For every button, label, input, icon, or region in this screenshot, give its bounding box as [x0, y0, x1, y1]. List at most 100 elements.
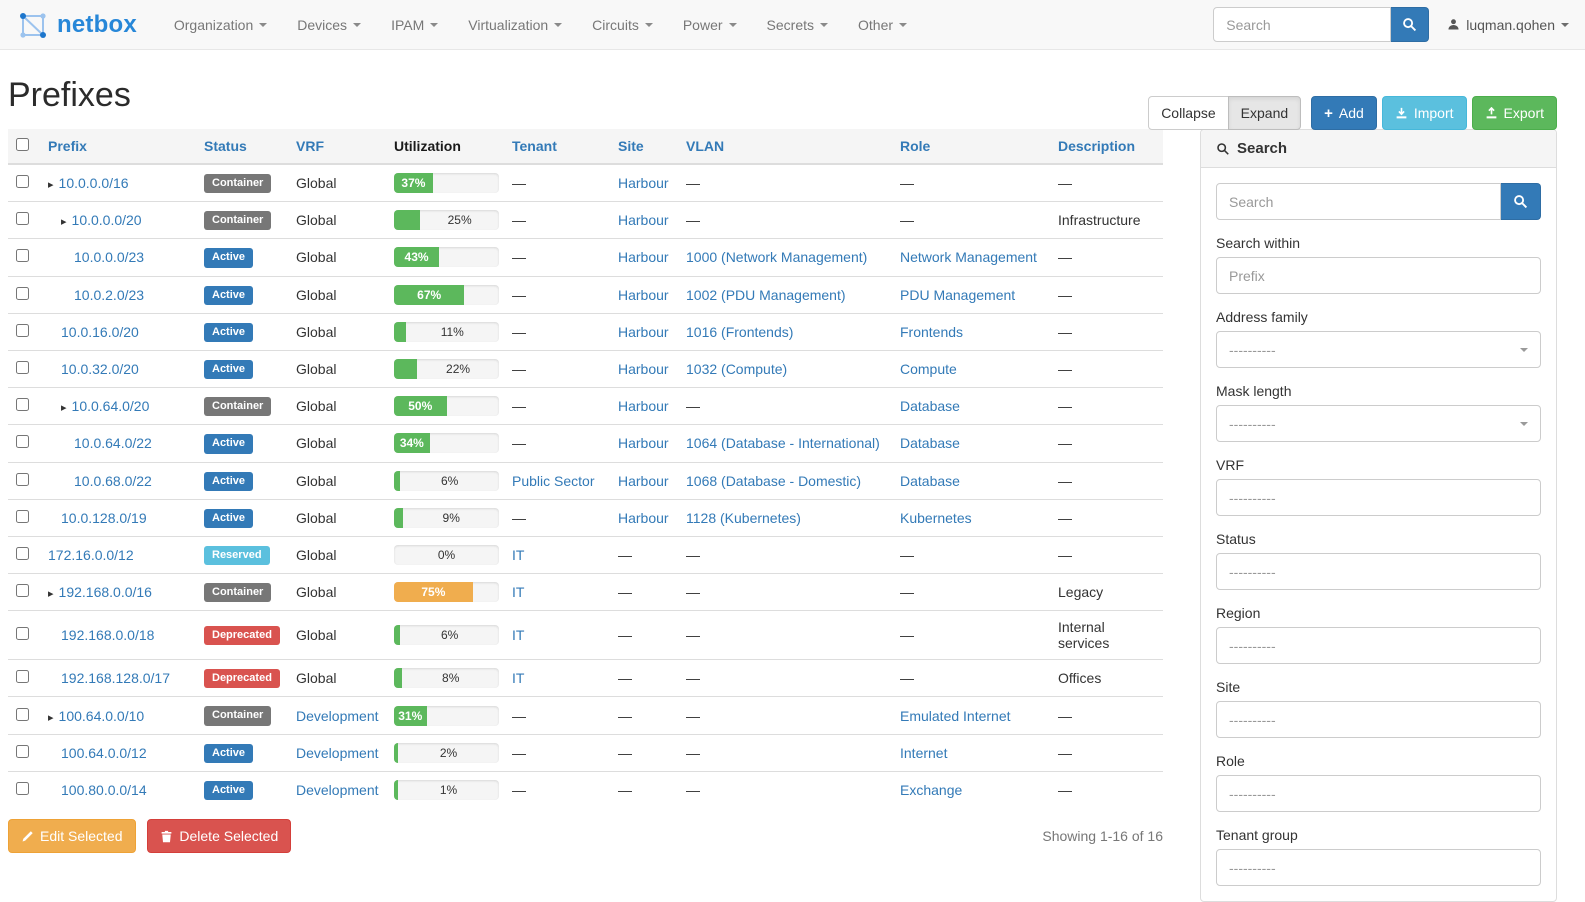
triangle-right-icon[interactable]: ▸	[48, 588, 54, 600]
role-link[interactable]: Database	[900, 473, 960, 489]
select-all-checkbox[interactable]	[16, 138, 29, 151]
role-link[interactable]: Internet	[900, 745, 947, 761]
column-header-site[interactable]: Site	[610, 129, 678, 164]
prefix-link[interactable]: 10.0.32.0/20	[61, 361, 139, 377]
add-button[interactable]: + Add	[1311, 96, 1377, 130]
collapse-button[interactable]: Collapse	[1148, 96, 1228, 130]
vrf-link[interactable]: Development	[296, 745, 379, 761]
tenant-link[interactable]: IT	[512, 670, 524, 686]
netbox-brand[interactable]: netbox	[16, 10, 137, 40]
role-link[interactable]: Exchange	[900, 782, 962, 798]
row-checkbox[interactable]	[16, 249, 29, 262]
prefix-link[interactable]: 10.0.64.0/20	[72, 398, 150, 414]
prefix-link[interactable]: 10.0.0.0/23	[74, 249, 144, 265]
nav-menu-other[interactable]: Other	[843, 0, 922, 50]
edit-selected-button[interactable]: Edit Selected	[8, 819, 136, 853]
site-link[interactable]: Harbour	[618, 435, 669, 451]
vlan-link[interactable]: 1032 (Compute)	[686, 361, 787, 377]
site-link[interactable]: Harbour	[618, 510, 669, 526]
prefix-link[interactable]: 10.0.0.0/16	[59, 175, 129, 191]
sidebar-search-input[interactable]	[1216, 183, 1501, 220]
nav-menu-ipam[interactable]: IPAM	[376, 0, 453, 50]
vlan-link[interactable]: 1128 (Kubernetes)	[686, 510, 801, 526]
export-button[interactable]: Export	[1472, 96, 1557, 130]
column-header-vlan[interactable]: VLAN	[678, 129, 892, 164]
column-header-prefix[interactable]: Prefix	[40, 129, 196, 164]
row-checkbox[interactable]	[16, 627, 29, 640]
import-button[interactable]: Import	[1382, 96, 1467, 130]
nav-menu-virtualization[interactable]: Virtualization	[453, 0, 577, 50]
filter-field-region[interactable]: ----------	[1216, 627, 1541, 664]
vrf-link[interactable]: Development	[296, 782, 379, 798]
row-checkbox[interactable]	[16, 175, 29, 188]
prefix-link[interactable]: 192.168.128.0/17	[61, 670, 170, 686]
row-checkbox[interactable]	[16, 361, 29, 374]
tenant-link[interactable]: Public Sector	[512, 473, 594, 489]
search-button[interactable]	[1391, 7, 1429, 42]
vlan-link[interactable]: 1002 (PDU Management)	[686, 287, 846, 303]
row-checkbox[interactable]	[16, 435, 29, 448]
prefix-link[interactable]: 10.0.128.0/19	[61, 510, 147, 526]
prefix-link[interactable]: 100.64.0.0/12	[61, 745, 147, 761]
prefix-link[interactable]: 10.0.0.0/20	[72, 212, 142, 228]
vlan-link[interactable]: 1016 (Frontends)	[686, 324, 793, 340]
nav-menu-devices[interactable]: Devices	[282, 0, 376, 50]
vlan-link[interactable]: 1068 (Database - Domestic)	[686, 473, 861, 489]
role-link[interactable]: Database	[900, 398, 960, 414]
nav-menu-organization[interactable]: Organization	[159, 0, 282, 50]
role-link[interactable]: Database	[900, 435, 960, 451]
filter-field-status[interactable]: ----------	[1216, 553, 1541, 590]
role-link[interactable]: Emulated Internet	[900, 708, 1011, 724]
prefix-link[interactable]: 192.168.0.0/16	[59, 584, 152, 600]
column-header-status[interactable]: Status	[196, 129, 288, 164]
role-link[interactable]: Frontends	[900, 324, 963, 340]
column-header-role[interactable]: Role	[892, 129, 1050, 164]
row-checkbox[interactable]	[16, 398, 29, 411]
column-header-tenant[interactable]: Tenant	[504, 129, 610, 164]
site-link[interactable]: Harbour	[618, 398, 669, 414]
expand-button[interactable]: Expand	[1228, 96, 1301, 130]
row-checkbox[interactable]	[16, 782, 29, 795]
tenant-link[interactable]: IT	[512, 627, 524, 643]
row-checkbox[interactable]	[16, 473, 29, 486]
filter-select-address-family[interactable]: ----------	[1216, 331, 1541, 368]
tenant-link[interactable]: IT	[512, 547, 524, 563]
vrf-link[interactable]: Development	[296, 708, 379, 724]
filter-input-search-within[interactable]	[1216, 257, 1541, 294]
role-link[interactable]: Compute	[900, 361, 957, 377]
row-checkbox[interactable]	[16, 212, 29, 225]
triangle-right-icon[interactable]: ▸	[48, 179, 54, 191]
triangle-right-icon[interactable]: ▸	[48, 712, 54, 724]
row-checkbox[interactable]	[16, 287, 29, 300]
prefix-link[interactable]: 172.16.0.0/12	[48, 547, 134, 563]
prefix-link[interactable]: 100.80.0.0/14	[61, 782, 147, 798]
filter-field-tenant-group[interactable]: ----------	[1216, 849, 1541, 886]
role-link[interactable]: PDU Management	[900, 287, 1015, 303]
row-checkbox[interactable]	[16, 547, 29, 560]
tenant-link[interactable]: IT	[512, 584, 524, 600]
site-link[interactable]: Harbour	[618, 287, 669, 303]
search-input[interactable]	[1213, 7, 1391, 42]
prefix-link[interactable]: 10.0.64.0/22	[74, 435, 152, 451]
row-checkbox[interactable]	[16, 510, 29, 523]
site-link[interactable]: Harbour	[618, 361, 669, 377]
triangle-right-icon[interactable]: ▸	[61, 402, 67, 414]
role-link[interactable]: Network Management	[900, 249, 1037, 265]
filter-field-site[interactable]: ----------	[1216, 701, 1541, 738]
row-checkbox[interactable]	[16, 670, 29, 683]
triangle-right-icon[interactable]: ▸	[61, 216, 67, 228]
nav-menu-power[interactable]: Power	[668, 0, 752, 50]
prefix-link[interactable]: 192.168.0.0/18	[61, 627, 154, 643]
row-checkbox[interactable]	[16, 745, 29, 758]
vlan-link[interactable]: 1064 (Database - International)	[686, 435, 880, 451]
sidebar-search-button[interactable]	[1501, 183, 1541, 220]
role-link[interactable]: Kubernetes	[900, 510, 972, 526]
filter-field-role[interactable]: ----------	[1216, 775, 1541, 812]
site-link[interactable]: Harbour	[618, 212, 669, 228]
site-link[interactable]: Harbour	[618, 473, 669, 489]
prefix-link[interactable]: 10.0.68.0/22	[74, 473, 152, 489]
delete-selected-button[interactable]: Delete Selected	[147, 819, 291, 853]
row-checkbox[interactable]	[16, 584, 29, 597]
row-checkbox[interactable]	[16, 324, 29, 337]
filter-field-vrf[interactable]: ----------	[1216, 479, 1541, 516]
